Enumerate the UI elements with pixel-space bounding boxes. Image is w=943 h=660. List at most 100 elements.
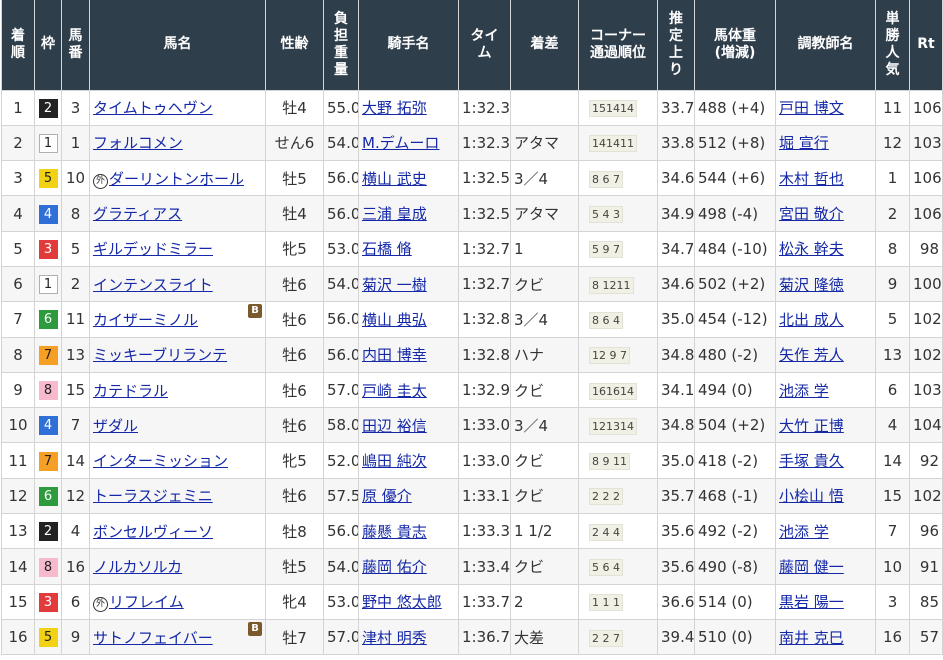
horse-cell: トーラスジェミニ xyxy=(89,477,266,515)
rank-cell: 9 xyxy=(1,371,35,409)
trainer-link[interactable]: 松永 幹夫 xyxy=(779,240,844,258)
header-jockey[interactable]: 騎手名 xyxy=(358,0,459,91)
rank-cell: 4 xyxy=(1,195,35,232)
header-trainer[interactable]: 調教師名 xyxy=(775,0,876,91)
pop-cell: 2 xyxy=(875,195,910,232)
jockey-link[interactable]: 藤懸 貴志 xyxy=(362,523,427,541)
header-corner[interactable]: コーナー 通過順位 xyxy=(578,0,658,91)
pop-cell: 3 xyxy=(875,583,910,620)
header-sexage[interactable]: 性齢 xyxy=(265,0,324,91)
waku-cell: 5 xyxy=(34,160,62,197)
margin-cell: クビ xyxy=(510,548,579,585)
header-last3f[interactable]: 推定上り xyxy=(657,0,695,91)
header-rt[interactable]: Rt xyxy=(909,0,943,91)
table-row: 7 6 11 カイザーミノル B 牡6 56.0 横山 典弘 1:32.8 3／4 8 6 4 35.… xyxy=(1,301,943,338)
header-bodyweight[interactable]: 馬体重 (増減) xyxy=(694,0,776,91)
trainer-link[interactable]: 宮田 敬介 xyxy=(779,205,844,223)
horse-name-link[interactable]: トーラスジェミニ xyxy=(93,487,213,505)
bodyweight-cell: 504 (+2) xyxy=(694,407,776,444)
horse-name-link[interactable]: フォルコメン xyxy=(93,134,183,152)
corner-positions: 12 9 7 xyxy=(589,347,630,365)
umaban-cell: 5 xyxy=(61,230,90,267)
weight-cell: 57.0 xyxy=(323,371,359,409)
jockey-link[interactable]: M.デムーロ xyxy=(362,134,439,152)
trainer-link[interactable]: 北出 成人 xyxy=(779,311,844,329)
header-time[interactable]: タイム xyxy=(458,0,511,91)
trainer-link[interactable]: 小桧山 悟 xyxy=(779,487,844,505)
trainer-link[interactable]: 手塚 貴久 xyxy=(779,452,844,470)
trainer-link[interactable]: 池添 学 xyxy=(779,523,829,541)
horse-name-link[interactable]: カイザーミノル xyxy=(93,311,198,329)
jockey-link[interactable]: 大野 拓弥 xyxy=(362,99,427,117)
time-cell: 1:32.5 xyxy=(458,195,511,232)
horse-name-link[interactable]: インターミッション xyxy=(93,452,228,470)
margin-cell: 1 1/2 xyxy=(510,513,579,550)
horse-name-link[interactable]: ザダル xyxy=(93,417,138,435)
jockey-link[interactable]: 横山 武史 xyxy=(362,170,427,188)
trainer-link[interactable]: 戸田 博文 xyxy=(779,99,844,117)
trainer-link[interactable]: 矢作 芳人 xyxy=(779,346,844,364)
horse-cell: ノルカソルカ xyxy=(89,548,266,585)
sexage-cell: 牝5 xyxy=(265,230,324,267)
header-weight[interactable]: 負担重量 xyxy=(323,0,359,91)
jockey-link[interactable]: 内田 博幸 xyxy=(362,346,427,364)
jockey-link[interactable]: 藤岡 佑介 xyxy=(362,558,427,576)
margin-cell: 3／4 xyxy=(510,407,579,444)
jockey-link[interactable]: 田辺 裕信 xyxy=(362,417,427,435)
trainer-link[interactable]: 大竹 正博 xyxy=(779,417,844,435)
trainer-link[interactable]: 池添 学 xyxy=(779,382,829,400)
horse-name-link[interactable]: リフレイム xyxy=(109,593,184,611)
jockey-link[interactable]: 野中 悠太郎 xyxy=(362,593,442,611)
weight-cell: 53.0 xyxy=(323,230,359,267)
pop-cell: 5 xyxy=(875,301,910,338)
umaban-cell: 10 xyxy=(61,160,90,197)
jockey-link[interactable]: 戸崎 圭太 xyxy=(362,382,427,400)
trainer-link[interactable]: 堀 宣行 xyxy=(779,134,829,152)
corner-positions: 151414 xyxy=(589,100,637,118)
horse-name-link[interactable]: タイムトゥヘヴン xyxy=(93,99,213,117)
umaban-cell: 4 xyxy=(61,513,90,550)
table-row: 12 6 12 トーラスジェミニ 牡6 57.5 原 優介 1:33.1 クビ 2 2 2 35.7… xyxy=(1,477,943,515)
race-result-table: 着順枠馬番馬名 性齢負担重量騎手名 タイム着差 コーナー 通過順位推定上り馬体重 (増減)… xyxy=(1,0,943,656)
trainer-link[interactable]: 藤岡 健一 xyxy=(779,558,844,576)
time-cell: 1:32.3 xyxy=(458,124,511,162)
corner-positions: 2 4 4 xyxy=(589,523,623,541)
horse-name-link[interactable]: インテンスライト xyxy=(93,276,213,294)
corner-cell: 8 9 11 xyxy=(578,442,658,479)
header-waku[interactable]: 枠 xyxy=(34,0,62,91)
waku-badge: 8 xyxy=(38,381,58,401)
header-rank[interactable]: 着順 xyxy=(1,0,35,91)
trainer-link[interactable]: 黒岩 陽一 xyxy=(779,593,844,611)
horse-name-link[interactable]: グラティアス xyxy=(93,205,182,223)
horse-name-link[interactable]: ノルカソルカ xyxy=(93,558,182,576)
header-margin[interactable]: 着差 xyxy=(510,0,579,91)
jockey-link[interactable]: 嶋田 純次 xyxy=(362,452,427,470)
rank-cell: 7 xyxy=(1,301,35,338)
trainer-link[interactable]: 菊沢 隆徳 xyxy=(779,276,844,294)
horse-name-link[interactable]: ダーリントンホール xyxy=(109,170,244,188)
jockey-cell: 藤懸 貴志 xyxy=(358,513,459,550)
jockey-link[interactable]: 石橋 脩 xyxy=(362,240,412,258)
trainer-link[interactable]: 南井 克巳 xyxy=(779,629,844,647)
header-pop[interactable]: 単勝人気 xyxy=(875,0,910,91)
horse-name-link[interactable]: ボンセルヴィーソ xyxy=(93,523,213,541)
horse-name-link[interactable]: カテドラル xyxy=(93,382,168,400)
time-cell: 1:33.4 xyxy=(458,548,511,585)
sexage-cell: 牡5 xyxy=(265,548,324,585)
corner-positions: 8 6 7 xyxy=(589,170,623,188)
horse-name-link[interactable]: ギルデッドミラー xyxy=(93,240,213,258)
horse-name-link[interactable]: サトノフェイバー xyxy=(93,629,213,647)
header-umaban[interactable]: 馬番 xyxy=(61,0,90,91)
waku-badge: 3 xyxy=(38,239,58,259)
jockey-link[interactable]: 津村 明秀 xyxy=(362,629,427,647)
trainer-link[interactable]: 木村 哲也 xyxy=(779,170,844,188)
jockey-link[interactable]: 菊沢 一樹 xyxy=(362,276,427,294)
horse-name-link[interactable]: ミッキーブリランテ xyxy=(93,346,227,364)
header-horse[interactable]: 馬名 xyxy=(89,0,266,91)
waku-badge: 6 xyxy=(38,486,58,506)
corner-cell: 161614 xyxy=(578,371,658,409)
jockey-link[interactable]: 原 優介 xyxy=(362,487,412,505)
umaban-cell: 13 xyxy=(61,336,90,373)
jockey-link[interactable]: 横山 典弘 xyxy=(362,311,427,329)
jockey-link[interactable]: 三浦 皇成 xyxy=(362,205,427,223)
